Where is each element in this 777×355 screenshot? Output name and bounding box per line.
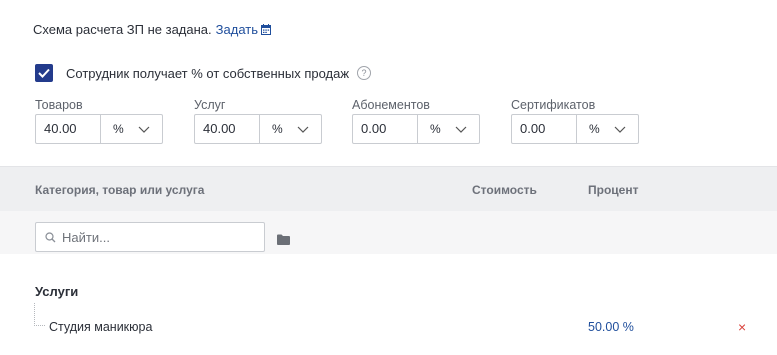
tree-connector bbox=[34, 303, 45, 326]
services-unit-select[interactable]: % bbox=[260, 115, 321, 143]
scheme-status-text: Схема расчета ЗП не задана. bbox=[33, 22, 212, 37]
unit-label: % bbox=[272, 122, 283, 136]
field-label: Товаров bbox=[35, 98, 83, 112]
column-header-cost: Стоимость bbox=[472, 183, 537, 197]
chevron-down-icon bbox=[297, 126, 309, 133]
row-label: Студия маникюра bbox=[49, 320, 153, 334]
unit-label: % bbox=[430, 122, 441, 136]
help-icon[interactable]: ? bbox=[357, 66, 372, 80]
goods-value-input[interactable]: 40.00 bbox=[36, 115, 101, 143]
field-label: Абонементов bbox=[352, 98, 430, 112]
field-label: Услуг bbox=[194, 98, 226, 112]
goods-unit-select[interactable]: % bbox=[101, 115, 162, 143]
chevron-down-icon bbox=[455, 126, 467, 133]
field-input-group: 40.00 % bbox=[194, 114, 322, 144]
search-bar: Найти... bbox=[0, 211, 777, 254]
row-percent-link[interactable]: 50.00 % bbox=[588, 320, 634, 334]
search-icon bbox=[45, 231, 56, 243]
subscriptions-unit-select[interactable]: % bbox=[418, 115, 479, 143]
search-placeholder: Найти... bbox=[62, 229, 110, 245]
calendar-icon[interactable] bbox=[261, 24, 271, 35]
field-label: Сертификатов bbox=[511, 98, 596, 112]
group-title-services: Услуги bbox=[35, 284, 79, 299]
column-header-category: Категория, товар или услуга bbox=[35, 183, 205, 197]
field-input-group: 0.00 % bbox=[511, 114, 639, 144]
search-input[interactable]: Найти... bbox=[35, 222, 265, 252]
field-goods: Товаров 40.00 % bbox=[35, 97, 163, 144]
own-sales-label[interactable]: Сотрудник получает % от собственных прод… bbox=[66, 66, 349, 81]
chevron-down-icon bbox=[138, 126, 150, 133]
certificates-value-input[interactable]: 0.00 bbox=[512, 115, 577, 143]
own-sales-checkbox[interactable] bbox=[35, 64, 53, 82]
field-certificates: Сертификатов 0.00 % bbox=[511, 97, 639, 144]
checkmark-icon bbox=[38, 68, 50, 78]
subscriptions-value-input[interactable]: 0.00 bbox=[353, 115, 418, 143]
field-input-group: 0.00 % bbox=[352, 114, 480, 144]
field-subscriptions: Абонементов 0.00 % bbox=[352, 97, 480, 144]
certificates-unit-select[interactable]: % bbox=[577, 115, 638, 143]
chevron-down-icon bbox=[614, 126, 626, 133]
field-input-group: 40.00 % bbox=[35, 114, 163, 144]
set-scheme-link[interactable]: Задать bbox=[216, 22, 258, 37]
delete-icon[interactable]: × bbox=[738, 320, 746, 334]
column-header-percent: Процент bbox=[588, 183, 639, 197]
own-sales-row: Сотрудник получает % от собственных прод… bbox=[35, 64, 372, 82]
services-value-input[interactable]: 40.00 bbox=[195, 115, 260, 143]
table-header: Категория, товар или услуга Стоимость Пр… bbox=[0, 166, 777, 211]
folder-icon[interactable] bbox=[277, 232, 290, 250]
unit-label: % bbox=[113, 122, 124, 136]
field-services: Услуг 40.00 % bbox=[194, 97, 322, 144]
unit-label: % bbox=[589, 122, 600, 136]
scheme-line: Схема расчета ЗП не задана. Задать bbox=[33, 22, 271, 37]
